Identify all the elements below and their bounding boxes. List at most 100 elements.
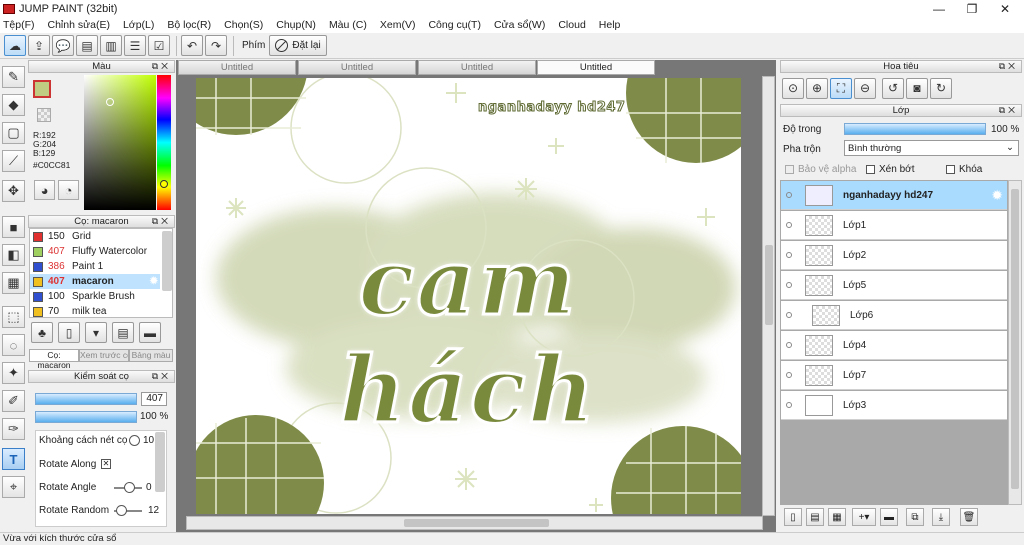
brush-item[interactable]: 70 milk tea: [30, 304, 160, 319]
select-rect-icon[interactable]: ⬚: [2, 306, 25, 328]
menu-tools[interactable]: Công cụ(T): [428, 19, 481, 31]
rotate-along-checkbox[interactable]: ✕: [101, 459, 111, 469]
brush-size-field[interactable]: 407: [141, 392, 167, 406]
brush-opacity-slider[interactable]: [35, 411, 137, 423]
tab-untitled-1[interactable]: Untitled: [178, 60, 296, 75]
brush-settings-scrollbar[interactable]: [155, 432, 165, 492]
lock-checkbox[interactable]: [946, 164, 955, 174]
visibility-icon[interactable]: [786, 222, 792, 228]
layer-list-scrollbar[interactable]: [1008, 180, 1022, 505]
brush-list-scrollbar[interactable]: [162, 231, 172, 291]
menu-view[interactable]: Xem(V): [380, 19, 416, 31]
menu-filter[interactable]: Bộ lọc(R): [167, 19, 211, 31]
gear-icon[interactable]: ✹: [150, 276, 158, 287]
list-icon[interactable]: ☰: [124, 35, 146, 56]
menu-help[interactable]: Help: [599, 19, 621, 31]
checklist-icon[interactable]: ☑: [148, 35, 170, 56]
panel-controls-icon[interactable]: ⧉✕: [999, 105, 1018, 116]
sv-cursor[interactable]: [106, 98, 114, 106]
menu-window[interactable]: Cửa sổ(W): [494, 19, 545, 31]
reset-rotation-icon[interactable]: ◙: [906, 77, 928, 99]
protect-alpha-option[interactable]: Bảo vệ alpha: [785, 164, 856, 175]
tab-brush-preview[interactable]: Xem trước cọ: [79, 349, 129, 362]
brush-size-slider[interactable]: [35, 393, 137, 405]
zoom-in-icon[interactable]: ⊕: [806, 77, 828, 99]
horizontal-scrollbar[interactable]: [186, 516, 763, 530]
new-layer-8bit-icon[interactable]: ▤: [806, 508, 824, 526]
panel-controls-icon[interactable]: ⧉✕: [999, 61, 1018, 72]
menu-select[interactable]: Chọn(S): [224, 19, 263, 31]
cloud-icon[interactable]: ☁: [4, 35, 26, 56]
folder-icon[interactable]: ▬: [139, 322, 161, 343]
menu-layer[interactable]: Lớp(L): [123, 19, 154, 31]
layer-opacity-slider[interactable]: [844, 123, 986, 135]
layer-row[interactable]: Lớp4: [781, 331, 1007, 360]
blend-mode-select[interactable]: Bình thường ⌄: [844, 140, 1019, 156]
layer-row[interactable]: Lớp5: [781, 271, 1007, 300]
brush-item-selected[interactable]: 407 macaron ✹: [30, 274, 160, 289]
rotate-random-knob[interactable]: [116, 505, 127, 516]
protect-alpha-checkbox[interactable]: [785, 164, 794, 174]
minimize-button[interactable]: —: [922, 0, 956, 17]
maximize-button[interactable]: ❐: [955, 0, 989, 17]
panel-controls-icon[interactable]: ⧉✕: [152, 371, 171, 382]
saturation-value-picker[interactable]: [84, 75, 156, 210]
palette-settings-icon[interactable]: ◔: [58, 180, 79, 200]
foreground-color[interactable]: [33, 80, 51, 98]
spacing-knob[interactable]: [129, 435, 140, 446]
brush-item[interactable]: 100 Sparkle Brush: [30, 289, 160, 304]
chat-icon[interactable]: 💬: [52, 35, 74, 56]
undo-icon[interactable]: ↶: [181, 35, 203, 56]
visibility-icon[interactable]: [786, 342, 792, 348]
duplicate-layer-icon[interactable]: ⧉: [906, 508, 924, 526]
zoom-out-icon[interactable]: ⊖: [854, 77, 876, 99]
brush-icon[interactable]: ✎: [2, 66, 25, 88]
delete-layer-icon[interactable]: 🗑: [960, 508, 978, 526]
panel-controls-icon[interactable]: ⧉✕: [152, 216, 171, 227]
rectangle-icon[interactable]: ▢: [2, 122, 25, 144]
brush-menu-icon[interactable]: ▾: [85, 322, 107, 343]
vertical-scroll-thumb[interactable]: [765, 245, 773, 325]
tab-untitled-2[interactable]: Untitled: [298, 60, 416, 75]
select-eraser-icon[interactable]: ✑: [2, 418, 25, 440]
artwork-canvas[interactable]: nganhadayy hd247 cam hách: [196, 78, 741, 514]
menu-color[interactable]: Màu (C): [329, 19, 367, 31]
tab-untitled-3[interactable]: Untitled: [418, 60, 536, 75]
visibility-icon[interactable]: [786, 252, 792, 258]
layer-row-clipped[interactable]: Lớp6: [781, 301, 1007, 330]
new-layer-1bit-icon[interactable]: ▦: [828, 508, 846, 526]
brush-tree-icon[interactable]: ♣: [31, 322, 53, 343]
hue-slider[interactable]: [157, 75, 171, 210]
bucket-icon[interactable]: ◧: [2, 244, 25, 266]
export-icon[interactable]: ⇪: [28, 35, 50, 56]
layer-row-selected[interactable]: nganhadayy hd247 ✹: [781, 181, 1007, 210]
line-icon[interactable]: ⟋: [2, 150, 25, 172]
eyedropper-icon[interactable]: ⌖: [2, 476, 25, 498]
comment-icon[interactable]: ▤: [76, 35, 98, 56]
tab-untitled-4[interactable]: Untitled: [537, 60, 655, 75]
brush-item[interactable]: 407 Fluffy Watercolor: [30, 244, 160, 259]
visibility-icon[interactable]: [786, 402, 792, 408]
clipping-checkbox[interactable]: [866, 164, 875, 174]
panel-controls-icon[interactable]: ⧉✕: [152, 61, 171, 72]
layer-row[interactable]: Lớp2: [781, 241, 1007, 270]
new-brush-icon[interactable]: ▯: [58, 322, 80, 343]
brush-copy-icon[interactable]: ▤: [112, 322, 134, 343]
palette-icon[interactable]: ◕: [34, 180, 55, 200]
fit-window-icon[interactable]: ⛶: [830, 77, 852, 99]
menu-cloud[interactable]: Cloud: [558, 19, 585, 31]
text-icon[interactable]: T: [2, 448, 25, 470]
rotate-right-icon[interactable]: ↻: [930, 77, 952, 99]
move-icon[interactable]: ✥: [2, 180, 25, 202]
menu-edit[interactable]: Chỉnh sửa(E): [48, 19, 110, 31]
horizontal-scroll-thumb[interactable]: [404, 519, 549, 527]
select-lasso-icon[interactable]: ◌: [2, 334, 25, 356]
hue-cursor[interactable]: [160, 180, 168, 188]
brush-item[interactable]: 150 Grid: [30, 229, 160, 244]
folder-icon[interactable]: ▬: [880, 508, 898, 526]
tab-brush[interactable]: Cọ: macaron: [29, 349, 79, 370]
document-icon[interactable]: ▥: [100, 35, 122, 56]
layer-row[interactable]: Lớp7: [781, 361, 1007, 390]
layer-row[interactable]: Lớp3: [781, 391, 1007, 420]
layer-scroll-thumb[interactable]: [1011, 189, 1019, 489]
